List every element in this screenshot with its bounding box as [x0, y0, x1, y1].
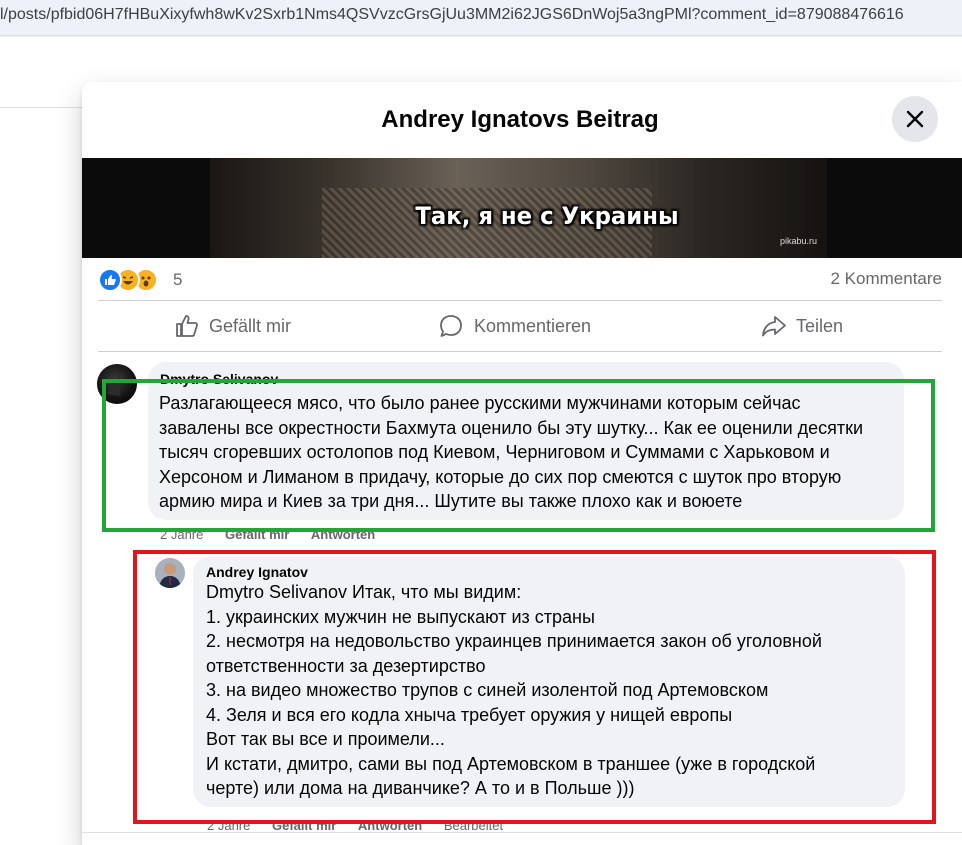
- post-action-bar: Gefällt mir Kommentieren Teilen: [98, 300, 942, 352]
- share-button[interactable]: Teilen: [744, 301, 874, 351]
- like-button[interactable]: Gefällt mir: [158, 301, 318, 351]
- background-left-panel: [0, 107, 82, 845]
- comment-count[interactable]: 2 Kommentare: [831, 269, 943, 289]
- post-image[interactable]: Так, я не с Украины pikabu.ru: [82, 158, 962, 258]
- green-highlight-box: [102, 379, 935, 532]
- comment-icon: [440, 315, 462, 337]
- red-highlight-box: [133, 550, 936, 824]
- image-caption: Так, я не с Украины: [415, 202, 679, 230]
- close-button[interactable]: [892, 96, 938, 142]
- like-label: Gefällt mir: [209, 316, 292, 336]
- url-text: l/posts/pfbid06H7fHBuXixyfwh8wKv2Sxrb1Nm…: [0, 6, 904, 23]
- address-bar[interactable]: l/posts/pfbid06H7fHBuXixyfwh8wKv2Sxrb1Nm…: [0, 0, 962, 36]
- close-icon: [906, 110, 924, 128]
- modal-header: Andrey Ignatovs Beitrag: [82, 82, 962, 158]
- like-icon: [98, 268, 122, 292]
- modal-title: Andrey Ignatovs Beitrag: [381, 106, 659, 133]
- comment-button[interactable]: Kommentieren: [422, 301, 612, 351]
- reactions-summary: 5 2 Kommentare: [82, 258, 962, 300]
- reaction-count[interactable]: 5: [173, 270, 182, 290]
- thumbs-up-icon: [176, 315, 198, 337]
- modal-footer-divider: [82, 832, 962, 833]
- share-icon: [762, 316, 786, 337]
- comment-label: Kommentieren: [474, 316, 592, 336]
- share-label: Teilen: [796, 316, 844, 336]
- image-watermark: pikabu.ru: [780, 236, 818, 246]
